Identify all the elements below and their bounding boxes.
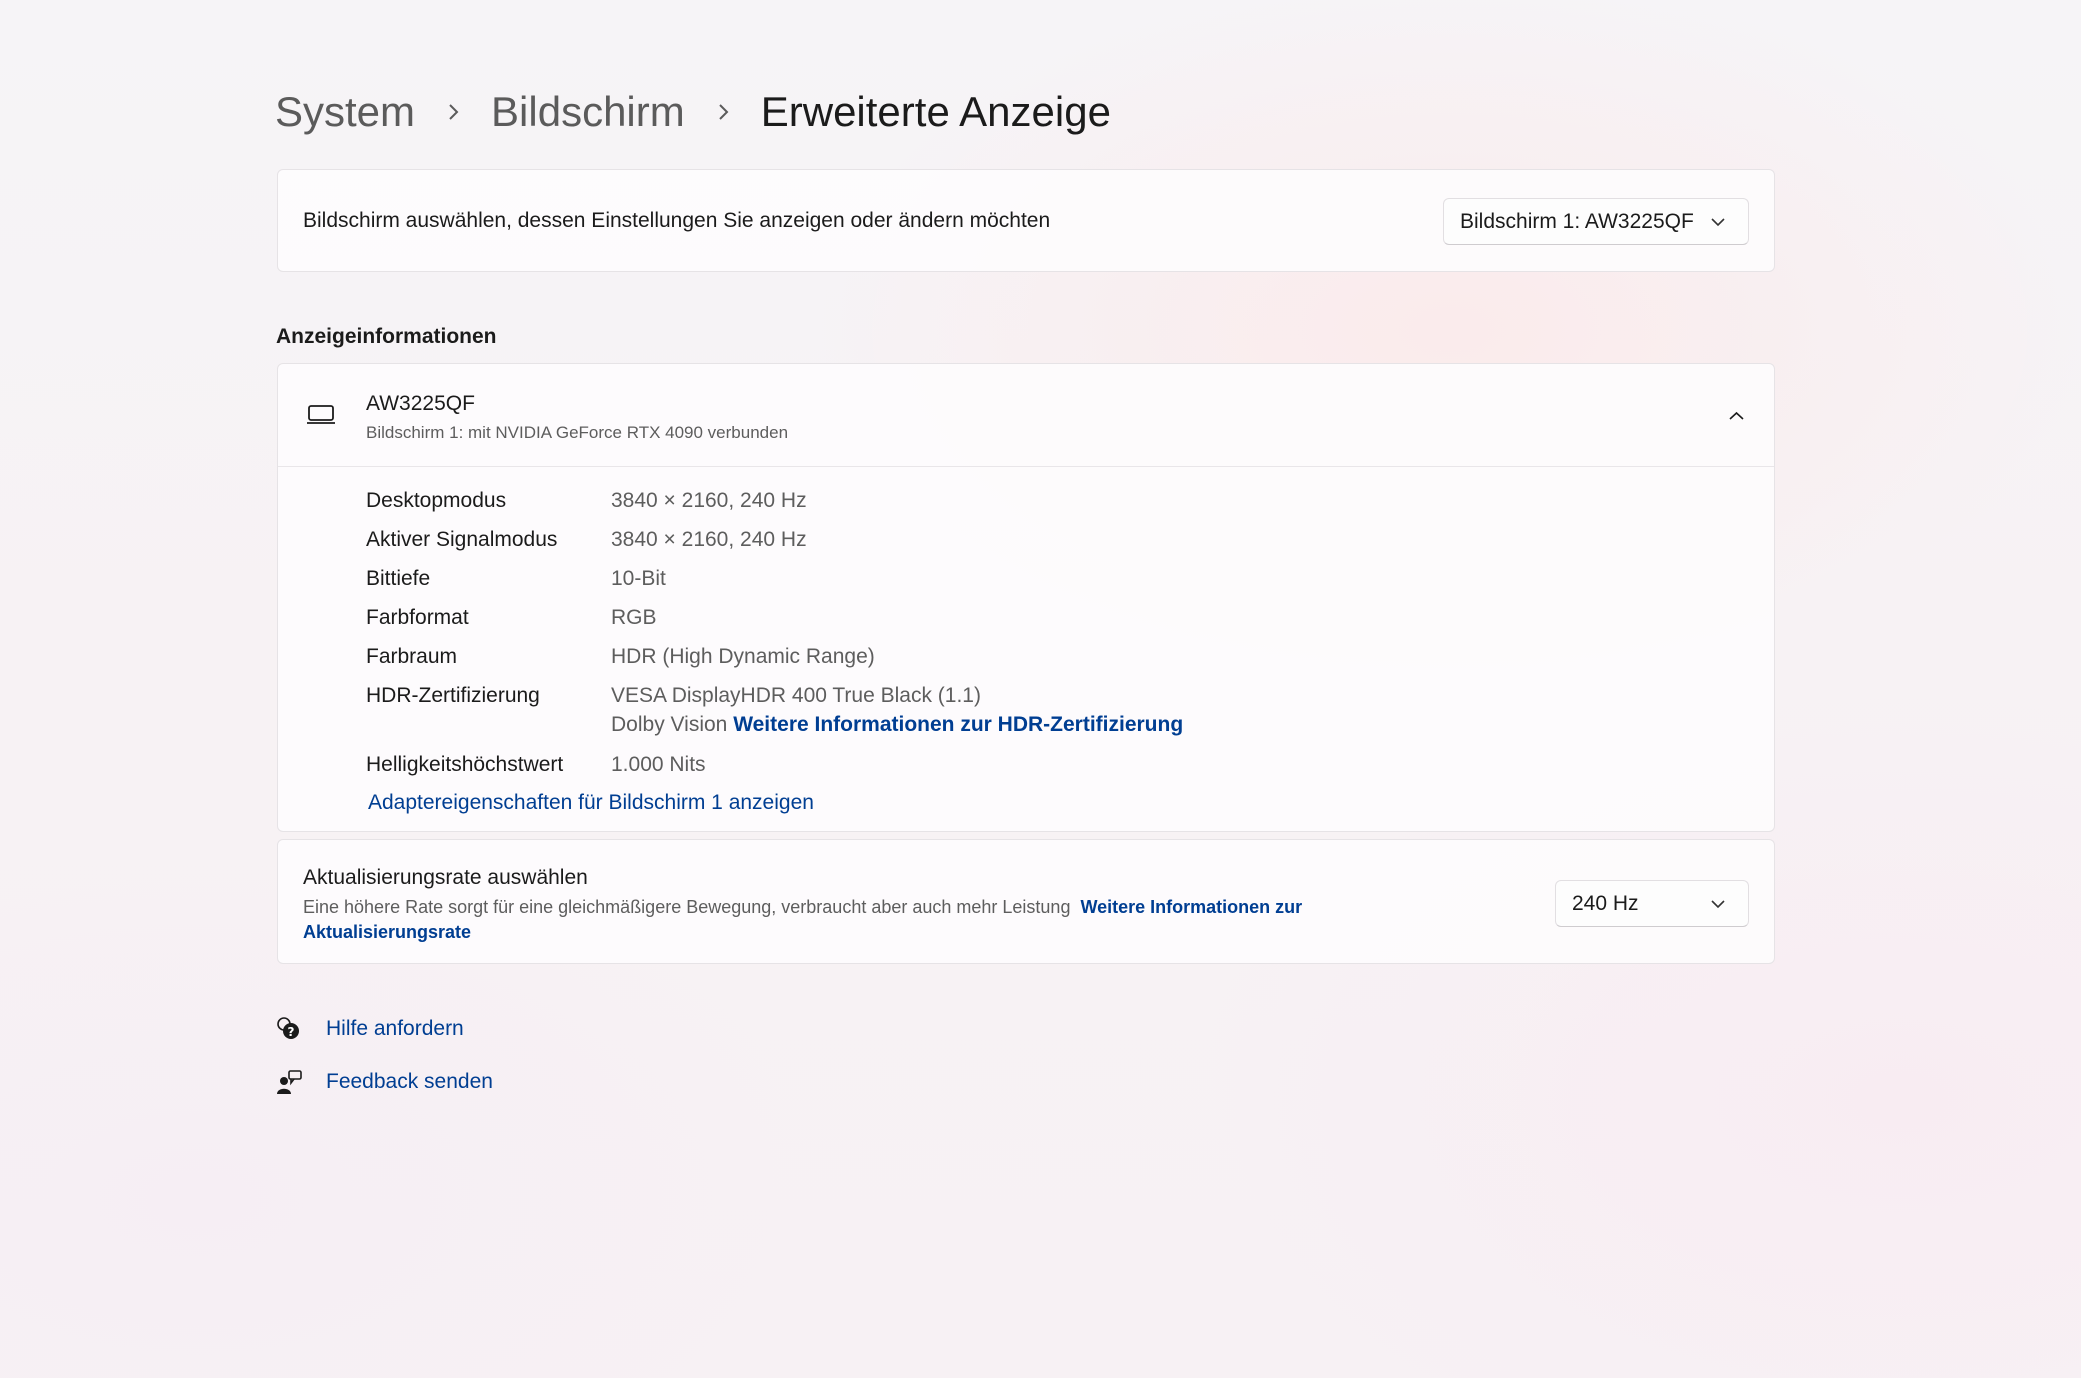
info-value: VESA DisplayHDR 400 True Black (1.1) bbox=[611, 684, 981, 707]
adapter-properties-link[interactable]: Adaptereigenschaften für Bildschirm 1 an… bbox=[368, 788, 814, 818]
info-value: HDR (High Dynamic Range) bbox=[611, 645, 875, 668]
chevron-right-icon bbox=[445, 103, 461, 121]
display-name: AW3225QF bbox=[366, 392, 475, 415]
refresh-rate-description: Eine höhere Rate sorgt für eine gleichmä… bbox=[303, 895, 1363, 945]
chevron-right-icon bbox=[715, 103, 731, 121]
refresh-rate-dropdown[interactable]: 240 Hz bbox=[1555, 880, 1749, 927]
info-value: 10-Bit bbox=[611, 567, 666, 590]
info-key: Farbformat bbox=[366, 606, 469, 629]
info-value: 3840 × 2160, 240 Hz bbox=[611, 489, 807, 512]
display-info-header[interactable]: AW3225QF Bildschirm 1: mit NVIDIA GeForc… bbox=[278, 364, 1774, 467]
feedback-link[interactable]: Feedback senden bbox=[276, 1069, 493, 1095]
help-link[interactable]: ? Hilfe anfordern bbox=[276, 1016, 464, 1042]
feedback-link-label: Feedback senden bbox=[326, 1070, 493, 1093]
chevron-up-icon[interactable] bbox=[1724, 404, 1748, 428]
refresh-rate-description-text: Eine höhere Rate sorgt für eine gleichmä… bbox=[303, 897, 1071, 917]
info-value: RGB bbox=[611, 606, 657, 629]
feedback-icon bbox=[276, 1069, 302, 1095]
chevron-down-icon bbox=[1710, 217, 1726, 227]
info-key: Bittiefe bbox=[366, 567, 431, 590]
breadcrumb: System Bildschirm Erweiterte Anzeige bbox=[275, 82, 1111, 142]
display-select-dropdown[interactable]: Bildschirm 1: AW3225QF bbox=[1443, 198, 1749, 245]
page-title: Erweiterte Anzeige bbox=[760, 88, 1111, 135]
info-key: Farbraum bbox=[366, 645, 458, 668]
breadcrumb-system[interactable]: System bbox=[275, 82, 415, 142]
info-key: HDR-Zertifizierung bbox=[366, 684, 540, 707]
refresh-rate-title: Aktualisierungsrate auswählen bbox=[303, 866, 588, 889]
display-select-label: Bildschirm auswählen, dessen Einstellung… bbox=[303, 209, 1051, 232]
info-key: Desktopmodus bbox=[366, 489, 507, 512]
chevron-down-icon bbox=[1710, 899, 1726, 909]
info-key: Helligkeitshöchstwert bbox=[366, 753, 564, 776]
breadcrumb-bildschirm[interactable]: Bildschirm bbox=[491, 82, 685, 142]
info-value: 3840 × 2160, 240 Hz bbox=[611, 528, 807, 551]
info-value-line2: Dolby Vision Weitere Informationen zur H… bbox=[611, 710, 1183, 740]
display-select-card: Bildschirm auswählen, dessen Einstellung… bbox=[277, 169, 1775, 272]
section-heading-display-info: Anzeigeinformationen bbox=[276, 325, 497, 348]
svg-text:?: ? bbox=[288, 1025, 295, 1039]
laptop-icon bbox=[306, 404, 336, 426]
refresh-rate-card: Aktualisierungsrate auswählen Eine höher… bbox=[277, 839, 1775, 964]
info-value: 1.000 Nits bbox=[611, 753, 706, 776]
help-link-label: Hilfe anfordern bbox=[326, 1017, 464, 1040]
display-connection: Bildschirm 1: mit NVIDIA GeForce RTX 409… bbox=[366, 423, 789, 442]
dolby-vision-text: Dolby Vision bbox=[611, 713, 728, 736]
display-select-value: Bildschirm 1: AW3225QF bbox=[1460, 209, 1694, 233]
help-chat-icon: ? bbox=[276, 1016, 302, 1042]
display-info-card: AW3225QF Bildschirm 1: mit NVIDIA GeForc… bbox=[277, 363, 1775, 832]
refresh-rate-value: 240 Hz bbox=[1572, 891, 1639, 915]
hdr-info-link[interactable]: Weitere Informationen zur HDR-Zertifizie… bbox=[733, 713, 1183, 736]
info-key: Aktiver Signalmodus bbox=[366, 528, 558, 551]
